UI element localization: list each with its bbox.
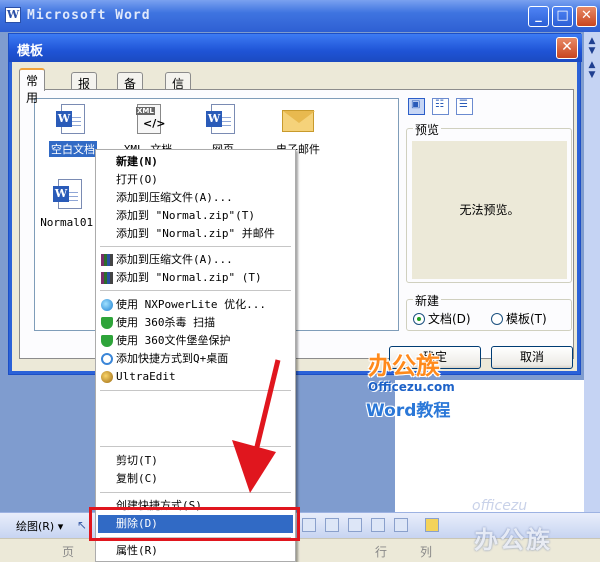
annotation-arrow <box>232 359 281 493</box>
tab-general[interactable]: 常用 <box>19 68 46 105</box>
annotation-highlight-box <box>89 507 300 541</box>
annotation-arrow-shaft <box>252 359 281 456</box>
annotation-arrow-head <box>232 440 276 493</box>
